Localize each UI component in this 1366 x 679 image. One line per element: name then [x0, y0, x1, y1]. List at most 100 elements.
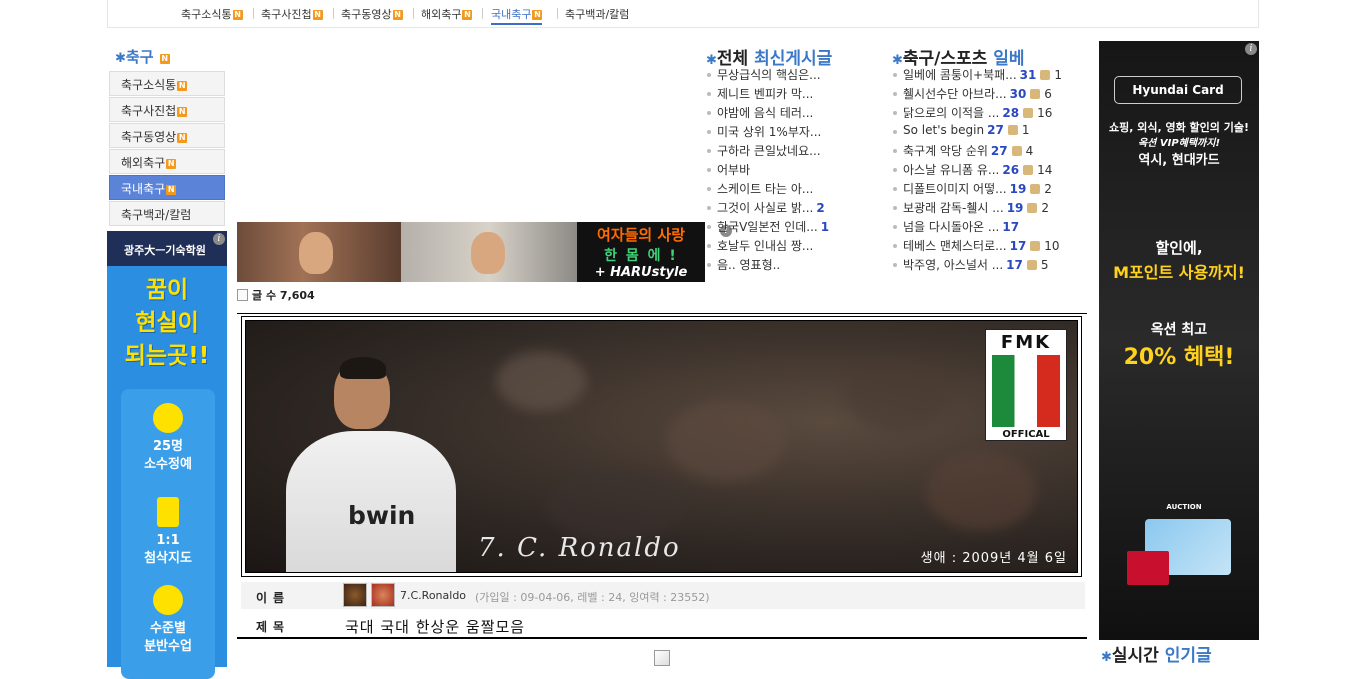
- post-image[interactable]: bwin FMK OFFICAL 7. C. Ronaldo 생애 : 2009…: [245, 320, 1078, 573]
- comment-count: 30: [1009, 87, 1027, 101]
- comment-count: 2: [816, 201, 825, 215]
- thumbs-up-icon: [1023, 108, 1034, 118]
- player-hair: [340, 357, 386, 379]
- fmk-flag: [992, 355, 1060, 427]
- avatar[interactable]: [371, 583, 395, 607]
- list-item[interactable]: 췔시선수단 아브라... 30 6: [891, 85, 1062, 104]
- ad-feature: 1:1 첨삭지도: [121, 497, 215, 568]
- sidebar-title[interactable]: ✱축구 N: [107, 40, 227, 70]
- date-caption: 생애 : 2009년 4월 6일: [920, 551, 1067, 566]
- left-ad-banner[interactable]: 광주大ㅡ기숙학원 i 꿈이 현실이 되는곳!! 25명 소수정예 1:1 첨삭지도 …: [107, 231, 227, 679]
- like-count: 2: [1041, 201, 1050, 215]
- list-item[interactable]: 제니트 벤피카 막...: [705, 85, 829, 104]
- list-item[interactable]: 디폴트이미지 어떻... 19 2: [891, 180, 1062, 199]
- divider: [253, 8, 254, 19]
- post-subject: 국대 국대 한상운 움짤모음: [345, 618, 526, 636]
- divider: [237, 313, 1087, 314]
- divider: [557, 8, 558, 19]
- author-name[interactable]: 7.C.Ronaldo: [400, 589, 466, 602]
- new-badge-icon: N: [177, 81, 188, 91]
- like-count: 10: [1044, 239, 1060, 253]
- ad-info-icon[interactable]: i: [1245, 43, 1257, 55]
- thumbs-up-icon: [1030, 184, 1041, 194]
- comment-count: 27: [990, 144, 1008, 158]
- people-icon: [153, 403, 183, 433]
- realtime-popular-heading: ✱실시간 인기글: [1101, 646, 1212, 666]
- list-item[interactable]: 보광래 감독-췔시 ... 19 2: [891, 199, 1062, 218]
- sidebar-item-photos[interactable]: 축구사진첩 N: [109, 97, 225, 122]
- list-item[interactable]: 아스날 유니폼 유... 26 14: [891, 161, 1062, 180]
- like-count: 2: [1044, 182, 1052, 196]
- subject-label: 제목: [256, 620, 291, 634]
- list-item[interactable]: 어부바: [705, 161, 829, 180]
- name-row: 이름 7.C.Ronaldo (가입일 : 09-04-06, 레벨 : 24,…: [241, 582, 1085, 609]
- list-item[interactable]: 스케이트 타는 아...: [705, 180, 829, 199]
- post-count: 글 수 7,604: [237, 287, 315, 303]
- new-badge-icon: N: [166, 159, 177, 169]
- list-item[interactable]: So let's begin 27 1: [891, 123, 1062, 142]
- topnav-item-videos[interactable]: 축구동영상 N: [341, 6, 403, 22]
- topnav-item-columns[interactable]: 축구백과/칼럼: [565, 6, 629, 22]
- ad-text: 쇼핑, 외식, 영화 할인의 기술!: [1108, 121, 1249, 134]
- thumbs-up-icon: [1007, 125, 1018, 135]
- sidebar-item-overseas[interactable]: 해외축구 N: [109, 149, 225, 174]
- y-logo-icon: [153, 585, 183, 615]
- divider: [237, 637, 1087, 639]
- bokeh: [926, 451, 1036, 531]
- list-item[interactable]: 박주영, 아스널서 ... 17 5: [891, 256, 1062, 275]
- thumbs-up-icon: [1030, 89, 1041, 99]
- comment-count: 27: [987, 123, 1004, 137]
- sidebar: ✱축구 N 축구소식통 N 축구사진첩 N 축구동영상 N 해외축구 N 국내축구 N 축…: [107, 40, 227, 227]
- topnav-item-domestic[interactable]: 국내축구 N: [491, 6, 543, 25]
- ad-info-icon[interactable]: i: [213, 233, 225, 245]
- new-badge-icon: N: [312, 10, 323, 20]
- thumbs-up-icon: [1011, 146, 1022, 156]
- comment-count: 28: [1002, 106, 1020, 120]
- list-item[interactable]: 음.. 영표형..: [705, 256, 829, 275]
- right-ad-banner[interactable]: i Hyundai Card 쇼핑, 외식, 영화 할인의 기술! 옥션 VIP…: [1099, 41, 1259, 640]
- ad-text: 옥션 최고: [1150, 322, 1208, 338]
- avatar[interactable]: [343, 583, 367, 607]
- document-icon: [237, 289, 248, 301]
- list-item[interactable]: 닭으로의 이적을 ... 28 16: [891, 104, 1062, 123]
- gift-box-image: [1127, 551, 1169, 585]
- broken-image-icon: [654, 650, 670, 666]
- top-nav: 축구소식통 N 축구사진첩 N 축구동영상 N 해외축구 N 국내축구 N 축구백과/칼럼: [107, 0, 1259, 28]
- best-posts-list: 일베에 콤퉁이+북패... 31 1 췔시선수단 아브라... 30 6 닭으로의 이적…: [891, 66, 1062, 275]
- list-item[interactable]: 넘을 다시돌아온 ... 17: [891, 218, 1062, 237]
- author-meta: (가입일 : 09-04-06, 레벨 : 24, 잉여력 : 23552): [475, 591, 710, 604]
- sidebar-item-videos[interactable]: 축구동영상 N: [109, 123, 225, 148]
- like-count: 1: [1021, 123, 1030, 137]
- hero-banner[interactable]: 여자들의 사랑 한 몸 에 ! + HARUstyle: [237, 222, 705, 282]
- topnav-item-news[interactable]: 축구소식통 N: [181, 6, 243, 22]
- sidebar-item-columns[interactable]: 축구백과/칼럼: [109, 201, 225, 226]
- sidebar-item-news[interactable]: 축구소식통 N: [109, 71, 225, 96]
- list-item[interactable]: 무상급식의 핵심은...: [705, 66, 829, 85]
- banner-photo-right: [401, 222, 577, 282]
- list-item[interactable]: 일베에 콤퉁이+북패... 31 1: [891, 66, 1062, 85]
- topnav-item-photos[interactable]: 축구사진첩 N: [261, 6, 323, 22]
- list-item[interactable]: 미국 상위 1%부자...: [705, 123, 829, 142]
- banner-text: 여자들의 사랑 한 몸 에 ! + HARUstyle: [577, 222, 705, 282]
- thumbs-up-icon: [1027, 203, 1038, 213]
- sidebar-item-domestic[interactable]: 국내축구 N: [109, 175, 225, 200]
- ad-header: 광주大ㅡ기숙학원: [107, 231, 227, 266]
- banner-photo-left: [237, 222, 401, 282]
- like-count: 5: [1040, 258, 1049, 272]
- topnav-item-overseas[interactable]: 해외축구 N: [421, 6, 473, 22]
- comment-count: 26: [1002, 163, 1020, 177]
- list-item[interactable]: 테베스 맨체스터로... 17 10: [891, 237, 1062, 256]
- comment-count: 17: [1009, 239, 1027, 253]
- list-item[interactable]: 구하라 큰일났네요...: [705, 142, 829, 161]
- bokeh: [496, 351, 586, 411]
- list-item[interactable]: 축구계 악당 순위 27 4: [891, 142, 1062, 161]
- new-badge-icon: N: [177, 133, 188, 143]
- ad-text: 역시, 현대카드: [1138, 153, 1220, 168]
- leaf-icon: ✱: [115, 51, 126, 66]
- list-item[interactable]: 야밤에 음식 테러...: [705, 104, 829, 123]
- new-badge-icon: N: [532, 10, 543, 20]
- list-item[interactable]: 한국V일본전 인데... 1: [705, 218, 829, 237]
- list-item[interactable]: 그것이 사실로 밝... 2: [705, 199, 829, 218]
- divider: [333, 8, 334, 19]
- list-item[interactable]: 호날두 인내심 짱...: [705, 237, 829, 256]
